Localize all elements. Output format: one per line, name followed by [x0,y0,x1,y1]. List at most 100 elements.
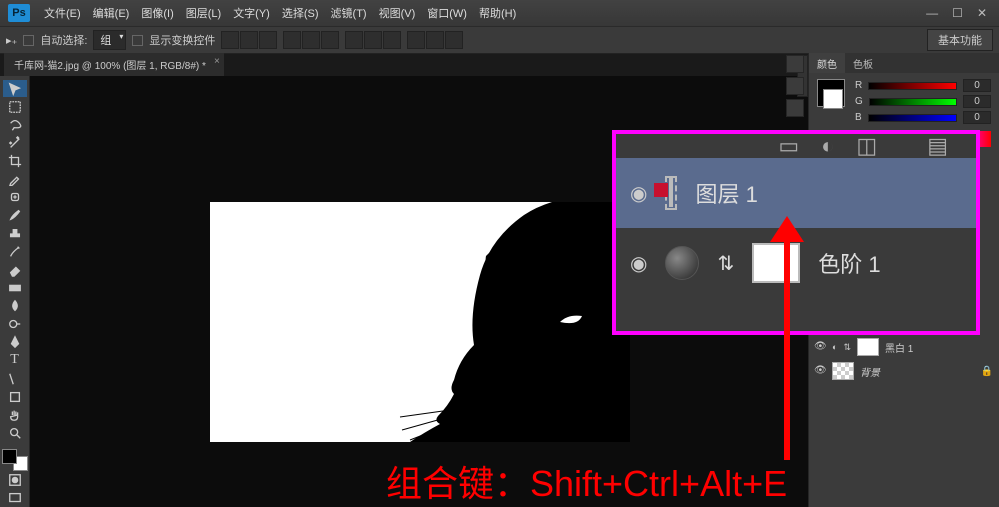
show-controls-checkbox[interactable] [132,35,143,46]
menu-filter[interactable]: 滤镜(T) [325,0,373,26]
auto-select-checkbox[interactable] [23,35,34,46]
auto-select-label: 自动选择: [40,32,87,48]
tab-close-icon[interactable]: × [214,56,220,67]
mask-thumb [752,243,800,283]
r-label: R [855,80,862,91]
history-brush-tool[interactable] [3,243,27,260]
eyedropper-tool[interactable] [3,171,27,188]
hand-tool[interactable] [3,406,27,423]
layer-thumb [857,338,879,356]
align-group-1[interactable] [221,31,277,49]
layer-row-bg[interactable]: 👁 背景 🔒 [808,359,999,383]
menubar: Ps 文件(E) 编辑(E) 图像(I) 图层(L) 文字(Y) 选择(S) 滤… [0,0,999,26]
marquee-tool[interactable] [3,98,27,115]
layer-thumb-border [665,176,677,210]
menu-type[interactable]: 文字(Y) [227,0,276,26]
layer-row-bw[interactable]: 👁 ◐⇅ 黑白 1 [808,335,999,359]
canvas-image [210,202,630,442]
menu-file[interactable]: 文件(E) [38,0,87,26]
adjustment-icon [665,246,699,280]
menu-view[interactable]: 视图(V) [373,0,422,26]
filter-icon[interactable]: ▭ [778,133,799,159]
menu-layer[interactable]: 图层(L) [180,0,227,26]
eye-icon[interactable]: 👁 [814,341,826,353]
stamp-tool[interactable] [3,225,27,242]
heal-tool[interactable] [3,189,27,206]
screenmode-tool[interactable] [3,490,27,507]
wand-tool[interactable] [3,134,27,151]
annotation-caption: 组合键：Shift+Ctrl+Alt+E [386,455,787,507]
show-controls-label: 显示变换控件 [149,32,215,48]
link-icon[interactable]: ⇅ [717,251,734,276]
layer-name: 图层 1 [695,177,757,209]
adjust-icon[interactable]: ◐ [821,133,834,159]
close-icon[interactable]: ✕ [977,6,987,20]
annotation-arrow-shaft [784,230,790,460]
layer-name: 背景 [860,364,880,379]
toolbox: T [0,76,30,507]
menu-icon[interactable]: ▤ [927,133,948,159]
b-label: B [855,112,862,123]
tab-color[interactable]: 颜色 [809,53,845,73]
layer-name: 黑白 1 [885,340,913,355]
r-value[interactable]: 0 [963,79,991,92]
distribute-group-1[interactable] [345,31,401,49]
b-value[interactable]: 0 [963,111,991,124]
color-panel-tabs: 颜色 色板 [809,53,999,73]
dodge-tool[interactable] [3,316,27,333]
quickmask-tool[interactable] [3,472,27,489]
layer-thumb [832,362,854,380]
eye-icon[interactable]: ◉ [630,251,647,276]
menu-help[interactable]: 帮助(H) [473,0,522,26]
eraser-tool[interactable] [3,261,27,278]
blur-tool[interactable] [3,298,27,315]
menu-image[interactable]: 图像(I) [135,0,179,26]
g-value[interactable]: 0 [963,95,991,108]
distribute-group-2[interactable] [407,31,463,49]
color-swatches[interactable] [2,449,28,471]
menu-edit[interactable]: 编辑(E) [87,0,136,26]
mask-icon[interactable]: ◫ [856,133,877,159]
crop-tool[interactable] [3,153,27,170]
gradient-tool[interactable] [3,279,27,296]
collapsed-panel-icon[interactable] [786,77,804,95]
g-label: G [855,96,863,107]
path-tool[interactable] [3,370,27,387]
app-logo: Ps [8,4,30,22]
pen-tool[interactable] [3,334,27,351]
options-bar: ▸₊ 自动选择: 组 显示变换控件 基本功能 [0,26,999,54]
zoom-tool[interactable] [3,424,27,441]
g-slider[interactable] [869,98,957,106]
window-controls: — ☐ ✕ [926,6,999,20]
minimize-icon[interactable]: — [926,6,938,20]
lasso-tool[interactable] [3,116,27,133]
eye-icon[interactable]: ◉ [630,181,647,206]
layer-thumb [669,178,673,207]
shape-tool[interactable] [3,388,27,405]
lock-icon: 🔒 [981,366,993,377]
background-swatch[interactable] [823,89,843,109]
collapsed-panels [786,55,808,117]
workspace-switcher[interactable]: 基本功能 [927,29,993,51]
move-tool[interactable] [3,80,27,97]
menu-window[interactable]: 窗口(W) [421,0,473,26]
maximize-icon[interactable]: ☐ [952,6,963,20]
text-tool[interactable]: T [3,352,27,369]
brush-tool[interactable] [3,207,27,224]
layer-name: 色阶 1 [818,247,880,279]
tab-swatches[interactable]: 色板 [845,53,881,73]
menu-select[interactable]: 选择(S) [276,0,325,26]
document-tab-label: 千库网-猫2.jpg @ 100% (图层 1, RGB/8#) * [14,61,206,72]
document-tab[interactable]: 千库网-猫2.jpg @ 100% (图层 1, RGB/8#) * × [4,53,224,76]
crop-indicator-icon [654,183,668,197]
collapsed-panel-icon[interactable] [786,99,804,117]
layers-panel-small: 👁 ◐⇅ 黑白 1 👁 背景 🔒 [808,335,999,383]
r-slider[interactable] [868,82,957,90]
eye-icon[interactable]: 👁 [814,365,826,377]
auto-select-dropdown[interactable]: 组 [93,30,126,50]
move-cursor-icon: ▸₊ [6,34,17,47]
b-slider[interactable] [868,114,957,122]
collapsed-panel-icon[interactable] [786,55,804,73]
zoom-header-icons: ▭ ◐ ◫ ▤ [616,134,976,158]
align-group-2[interactable] [283,31,339,49]
